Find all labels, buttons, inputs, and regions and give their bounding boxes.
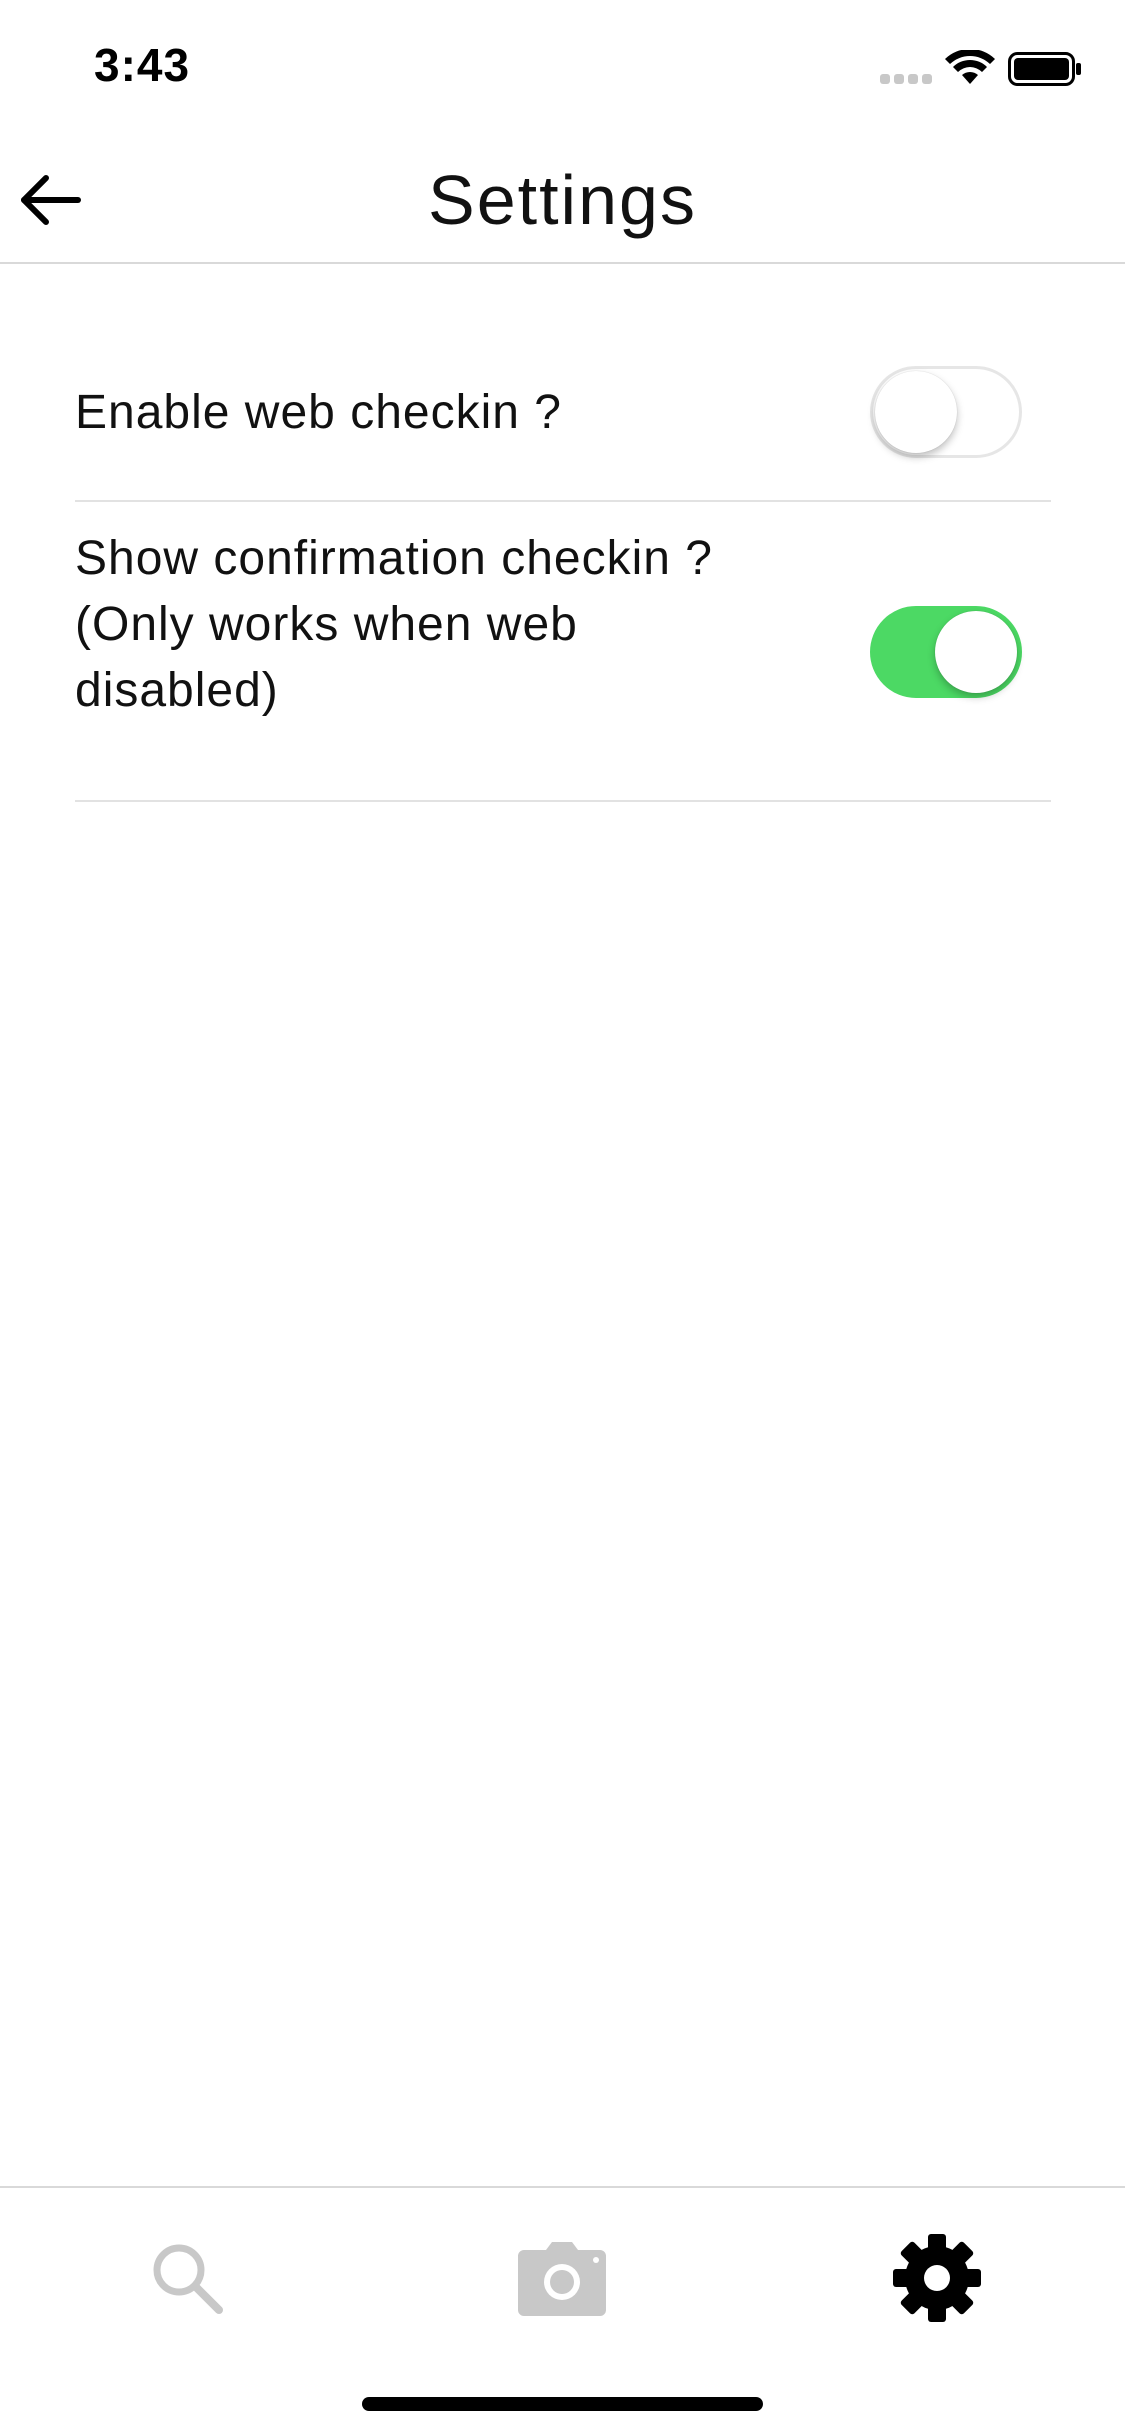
setting-row-confirmation-checkin: Show confirmation checkin ? (Only works … [75,502,1051,802]
camera-icon [518,2242,606,2316]
settings-list: Enable web checkin ? Show confirmation c… [75,300,1051,802]
navigation-bar: Settings [0,132,1125,264]
status-bar: 3:43 [0,0,1125,132]
confirmation-checkin-toggle[interactable] [870,606,1022,698]
toggle-knob [875,371,957,453]
page-title: Settings [428,161,697,239]
search-icon [153,2244,223,2314]
status-time: 3:43 [94,39,191,91]
setting-label-web-checkin: Enable web checkin ? [75,386,562,439]
tab-search[interactable] [132,2228,242,2328]
web-checkin-toggle[interactable] [870,366,1022,458]
home-indicator [362,2397,763,2411]
setting-row-web-checkin: Enable web checkin ? [75,300,1051,502]
battery-icon [1008,52,1081,86]
setting-label-confirmation-checkin: Show confirmation checkin ? (Only works … [75,532,713,717]
gear-icon [893,2234,981,2322]
tab-settings[interactable] [882,2228,992,2328]
toggle-knob [935,611,1017,693]
cellular-signal-icon [880,74,932,84]
wifi-icon [945,50,995,84]
tab-camera[interactable] [507,2228,617,2328]
